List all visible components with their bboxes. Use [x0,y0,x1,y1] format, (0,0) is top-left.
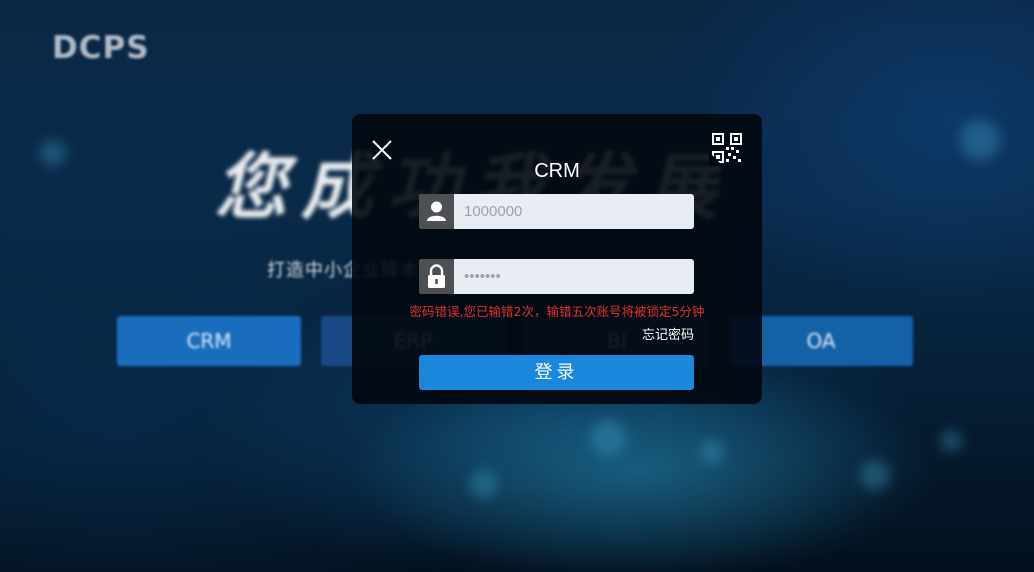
bokeh-light [590,420,626,456]
bokeh-light [700,440,724,464]
login-page: DCPS 您成功我发展 打造中小企业降本增效一体化数字化服务平台 CRM ERP… [0,0,1034,572]
forgot-password-link[interactable]: 忘记密码 [642,324,694,343]
bokeh-light [470,470,498,498]
bokeh-light [860,460,890,490]
password-input[interactable] [454,259,694,294]
close-icon[interactable] [370,138,394,162]
login-dialog: CRM 密码错误,您已输错2次，输错五次账号将被锁定5分钟 忘记密码 [352,114,762,404]
login-button[interactable]: 登录 [419,355,694,390]
bokeh-light [40,140,66,166]
bokeh-light [960,120,1000,160]
system-button-crm[interactable]: CRM [117,316,301,366]
username-input[interactable] [454,194,694,229]
bokeh-light [940,430,962,452]
dcps-logo: DCPS [52,30,150,66]
dialog-title: CRM [534,160,580,182]
lock-icon [419,259,454,294]
password-field[interactable] [419,259,694,294]
error-message: 密码错误,您已输错2次，输错五次账号将被锁定5分钟 [409,304,705,319]
user-icon [419,194,454,229]
username-field[interactable] [419,194,694,229]
